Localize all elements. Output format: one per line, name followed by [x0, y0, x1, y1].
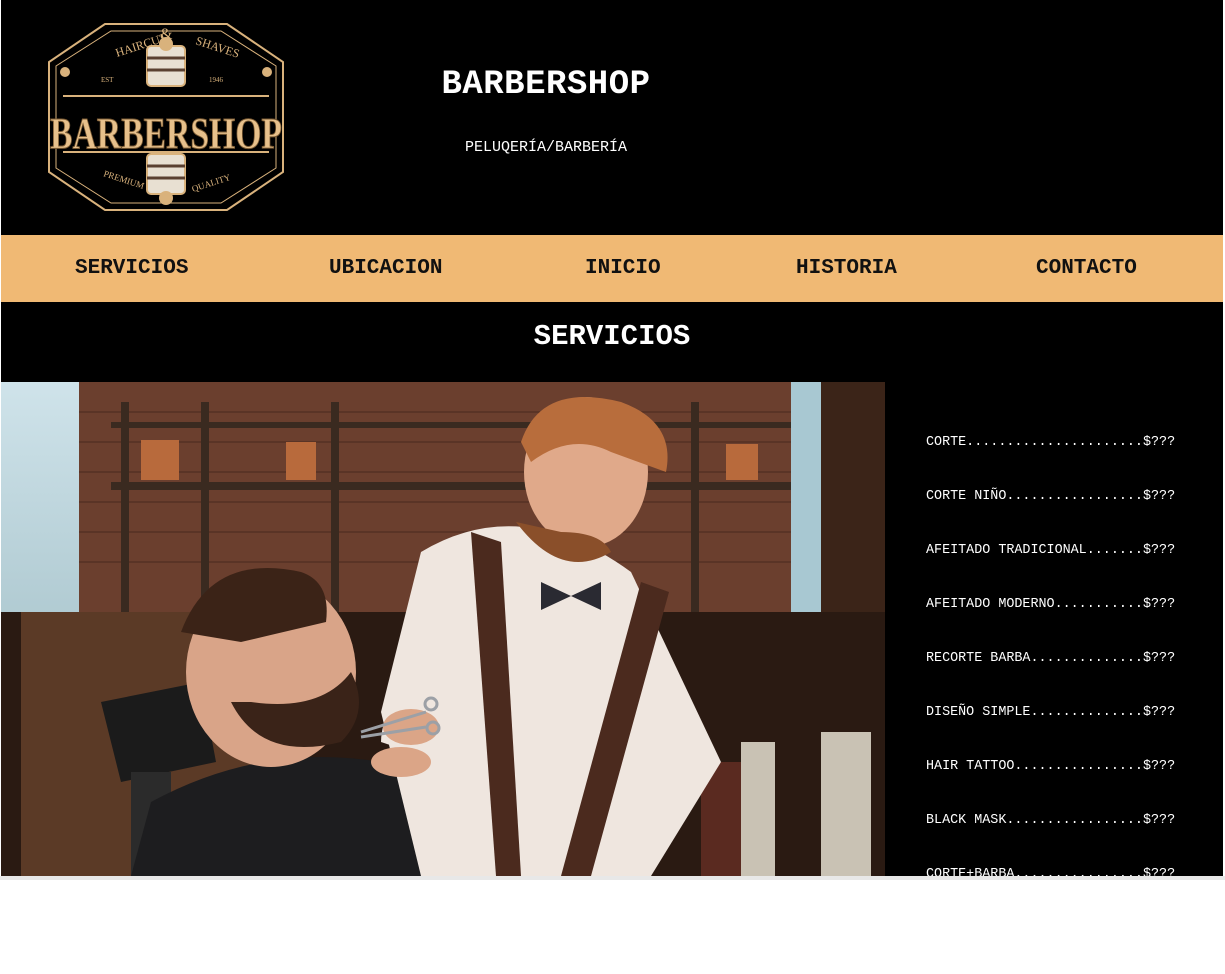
service-item: AFEITADO MODERNO...........$???	[926, 597, 1176, 612]
logo-text-year: 1946	[209, 76, 224, 84]
nav-item-inicio[interactable]: INICIO	[585, 235, 661, 302]
service-item: RECORTE BARBA..............$???	[926, 651, 1176, 666]
logo-text-shaves: SHAVES	[194, 34, 241, 61]
barber-photo	[1, 382, 885, 876]
nav-item-historia[interactable]: HISTORIA	[796, 235, 897, 302]
site-header: HAIRCUT & SHAVES EST 1946 BARBERSHOP PRE…	[1, 0, 1223, 235]
service-item: HAIR TATTOO................$???	[926, 759, 1176, 774]
logo-main-text: BARBERSHOP	[50, 109, 282, 158]
main-nav: SERVICIOS UBICACION INICIO HISTORIA CONT…	[1, 235, 1223, 302]
section-title: SERVICIOS	[533, 320, 691, 353]
service-item: CORTE+HAIR TATTOO..........$???	[926, 921, 1176, 936]
service-item: CORTE......................$???	[926, 435, 1176, 450]
logo-text-premium: PREMIUM	[102, 168, 145, 190]
logo-text-est: EST	[101, 76, 114, 84]
barbershop-logo[interactable]: HAIRCUT & SHAVES EST 1946 BARBERSHOP PRE…	[43, 14, 289, 220]
site-title: BARBERSHOP	[441, 66, 651, 104]
nav-item-servicios[interactable]: SERVICIOS	[75, 235, 188, 302]
service-item: DISEÑO SIMPLE..............$???	[926, 705, 1176, 720]
services-price-list: CORTE......................$??? CORTE NI…	[926, 398, 1175, 974]
service-item: CORTE NIÑO.................$???	[926, 489, 1176, 504]
service-item: AFEITADO TRADICIONAL.......$???	[926, 543, 1176, 558]
page-bottom-edge	[0, 876, 1225, 880]
nav-item-contacto[interactable]: CONTACTO	[1036, 235, 1137, 302]
site-subtitle: PELUQERÍA/BARBERÍA	[464, 139, 628, 156]
nav-item-ubicacion[interactable]: UBICACION	[329, 235, 442, 302]
service-item: BLACK MASK.................$???	[926, 813, 1176, 828]
service-item: CORTE+BARBA................$???	[926, 867, 1176, 882]
logo-text-quality: QUALITY	[191, 172, 233, 194]
page: HAIRCUT & SHAVES EST 1946 BARBERSHOP PRE…	[1, 0, 1223, 936]
